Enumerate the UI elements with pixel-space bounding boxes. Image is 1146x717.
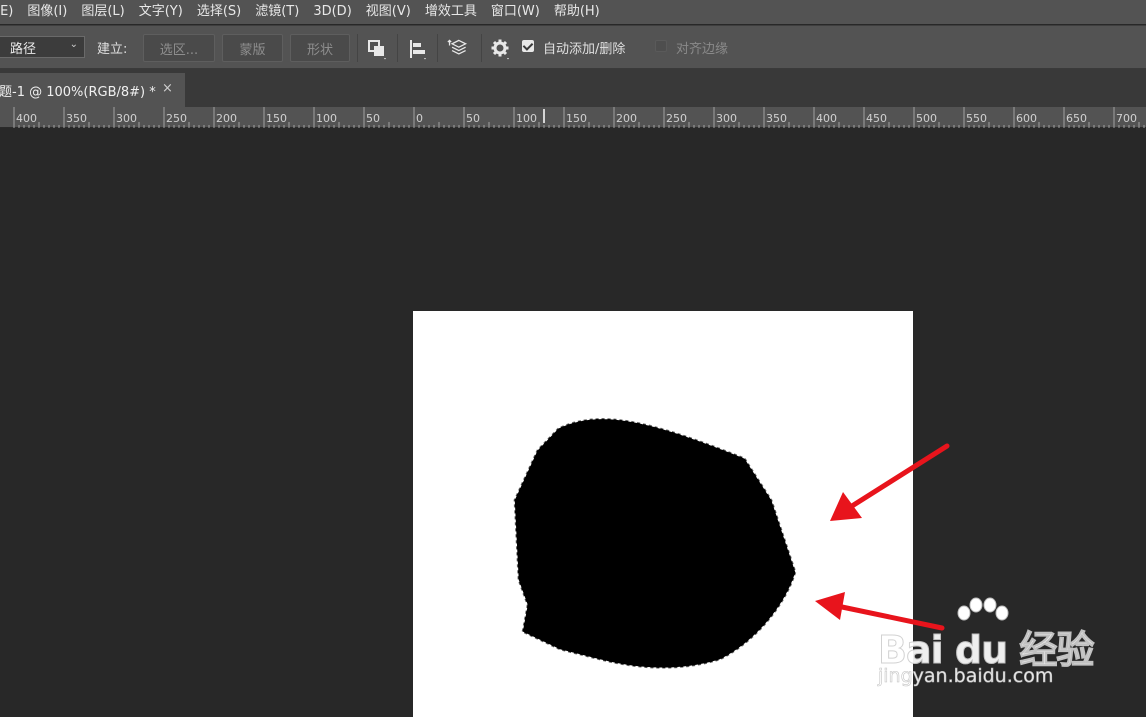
watermark-url: jingyan.baidu.com (878, 665, 1054, 688)
black-filled-path-shape[interactable] (514, 418, 796, 669)
baidu-watermark: Bai du 经验 jingyan.baidu.com (877, 595, 1098, 695)
red-arrow-upper (830, 443, 950, 521)
